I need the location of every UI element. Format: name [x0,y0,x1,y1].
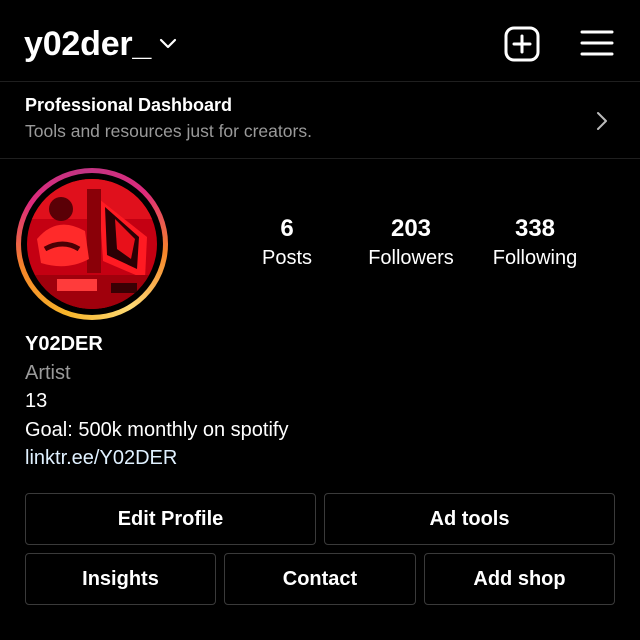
professional-dashboard[interactable]: Professional Dashboard Tools and resourc… [0,83,640,158]
followers-label: Followers [368,247,454,269]
dashboard-divider [0,158,640,159]
display-name: Y02DER [25,333,103,355]
hamburger-menu-icon[interactable] [580,28,614,58]
top-bar: y02der_ [0,0,640,82]
insights-button[interactable]: Insights [25,553,216,605]
dashboard-subtitle: Tools and resources just for creators. [25,121,312,141]
bio-line: Goal: 500k monthly on spotify [25,418,289,441]
bio-line: 13 [25,390,48,412]
edit-profile-button[interactable]: Edit Profile [25,493,316,545]
posts-value: 6 [280,215,294,242]
posts-count[interactable]: 6 Posts [232,214,342,272]
contact-button[interactable]: Contact [224,553,416,605]
plus-square-icon[interactable] [504,26,540,62]
followers-count[interactable]: 203 Followers [356,214,466,272]
following-count[interactable]: 338 Following [480,214,590,272]
chevron-down-icon [160,38,177,49]
ad-tools-button[interactable]: Ad tools [324,493,615,545]
profile-screen: y02der_ Professional Dashboard Tools and… [0,0,640,640]
avatar-photo [27,179,157,309]
posts-label: Posts [261,247,313,269]
top-divider [0,81,640,82]
username: y02der_ [24,25,152,63]
following-value: 338 [514,215,556,242]
dashboard-title: Professional Dashboard [25,95,233,115]
profile-avatar[interactable] [16,168,168,320]
category-label: Artist [25,361,71,384]
chevron-right-icon [597,112,607,130]
followers-value: 203 [390,215,432,242]
following-label: Following [492,247,578,269]
bio-link[interactable]: linktr.ee/Y02DER [25,444,288,473]
add-shop-button[interactable]: Add shop [424,553,615,605]
profile-bio: Y02DER Artist 13 Goal: 500k monthly on s… [25,330,288,473]
account-switcher[interactable]: y02der_ [24,22,177,66]
